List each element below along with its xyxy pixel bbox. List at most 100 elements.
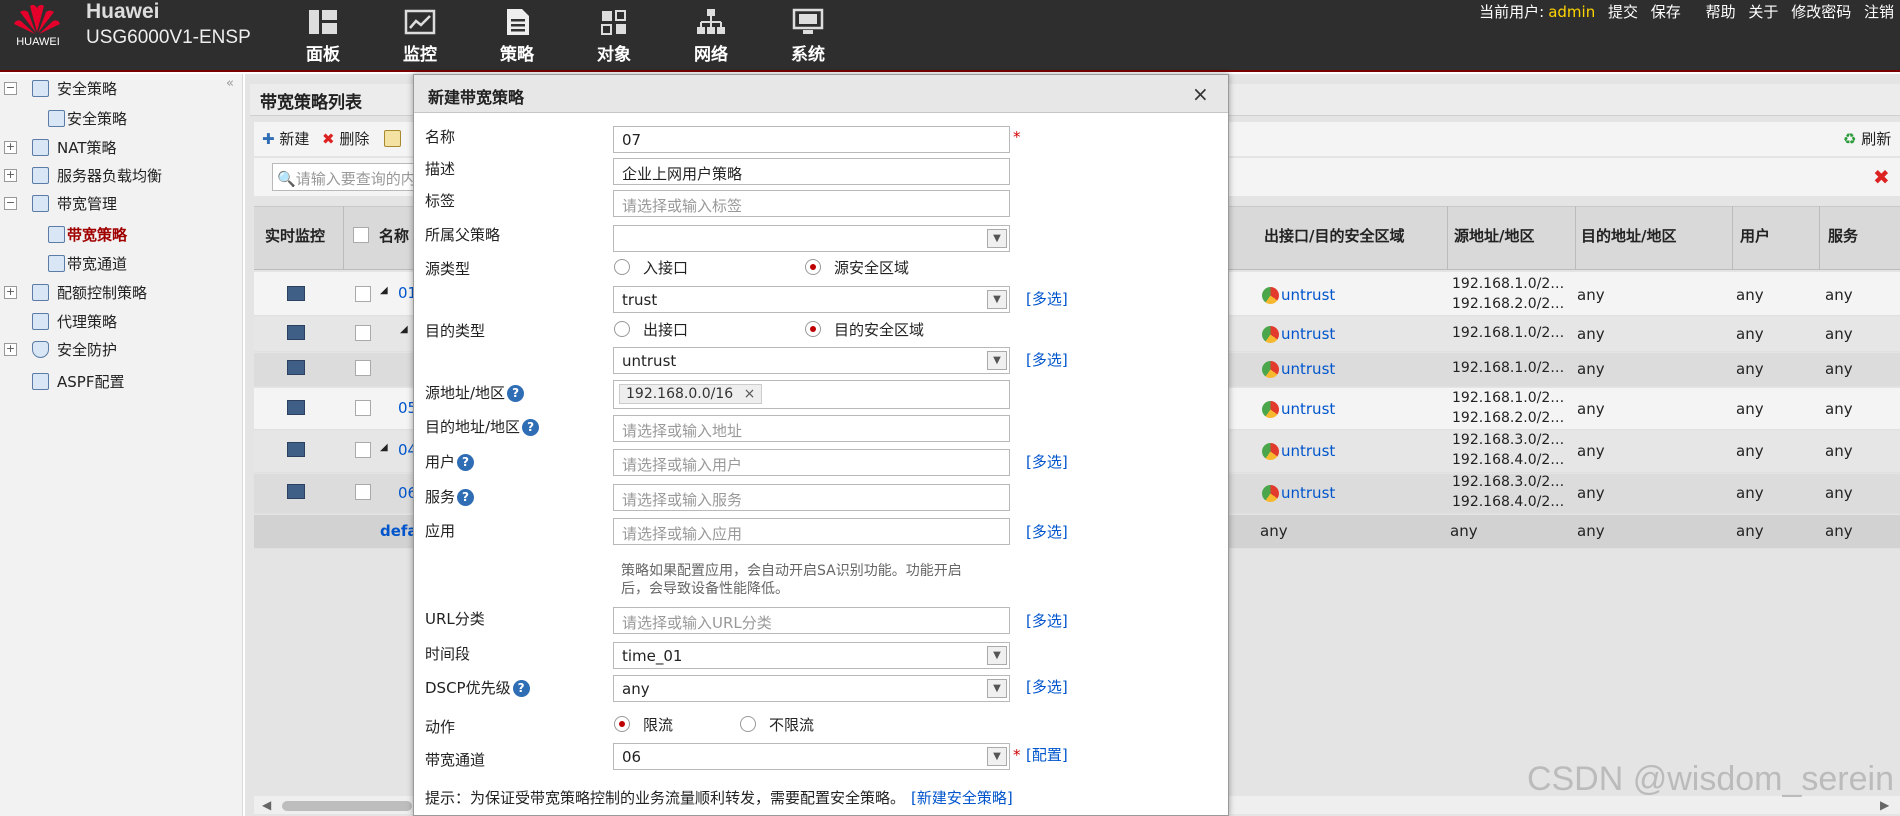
expand-toggle-icon[interactable]: + <box>4 343 17 356</box>
dst-addr-input[interactable]: 请选择或输入地址 <box>613 415 1010 442</box>
select-all-checkbox[interactable] <box>353 227 369 243</box>
row-egress[interactable]: untrust <box>1281 286 1335 304</box>
help-icon[interactable]: ? <box>522 419 540 436</box>
change-password-link[interactable]: 修改密码 <box>1791 3 1851 21</box>
collapse-toggle-icon[interactable]: − <box>4 82 17 95</box>
delete-button[interactable]: ✖ 删除 <box>322 128 369 149</box>
monitor-icon[interactable] <box>287 484 305 499</box>
help-icon[interactable]: ? <box>457 454 475 471</box>
chevron-down-icon[interactable]: ▼ <box>987 351 1007 370</box>
help-icon[interactable]: ? <box>457 489 475 506</box>
monitor-icon[interactable] <box>287 286 305 301</box>
sidebar-item-bandwidth-management[interactable]: 带宽管理 <box>57 193 117 221</box>
col-name[interactable]: 名称 <box>379 225 409 246</box>
dst-zone-select[interactable]: untrust ▼ <box>613 347 1010 374</box>
app-input[interactable]: 请选择或输入应用 <box>613 518 1010 545</box>
time-range-select[interactable]: time_01 ▼ <box>613 642 1010 669</box>
row-egress[interactable]: untrust <box>1281 442 1335 460</box>
close-icon[interactable]: × <box>1192 82 1209 106</box>
col-src[interactable]: 源地址/地区 <box>1454 225 1534 246</box>
scroll-right-icon[interactable]: ▶ <box>1880 798 1889 812</box>
refresh-button[interactable]: ♻ 刷新 <box>1843 128 1891 149</box>
remove-tag-icon[interactable]: × <box>744 386 756 402</box>
channel-config-link[interactable]: [配置] <box>1026 744 1068 765</box>
help-icon[interactable]: ? <box>507 385 525 402</box>
expand-toggle-icon[interactable]: + <box>4 286 17 299</box>
row-egress[interactable]: untrust <box>1281 400 1335 418</box>
sidebar-item-bandwidth-policy[interactable]: 带宽策略 <box>67 224 127 252</box>
row-checkbox[interactable] <box>355 286 371 302</box>
expand-toggle-icon[interactable]: + <box>4 141 17 154</box>
help-icon[interactable]: ? <box>512 680 530 697</box>
sidebar-item-security-protection[interactable]: 安全防护 <box>57 339 117 367</box>
monitor-icon[interactable] <box>287 360 305 375</box>
col-service[interactable]: 服务 <box>1828 225 1858 246</box>
about-link[interactable]: 关于 <box>1748 3 1778 21</box>
src-type-interface-radio[interactable] <box>614 259 630 275</box>
src-zone-multi-link[interactable]: [多选] <box>1026 288 1068 309</box>
dst-zone-multi-link[interactable]: [多选] <box>1026 349 1068 370</box>
nav-system[interactable]: 系统 <box>771 6 845 66</box>
nav-dashboard[interactable]: 面板 <box>286 6 360 66</box>
help-link[interactable]: 帮助 <box>1706 3 1736 21</box>
scroll-left-icon[interactable]: ◀ <box>262 798 271 812</box>
new-security-policy-link[interactable]: [新建安全策略] <box>911 789 1013 807</box>
chevron-down-icon[interactable]: ▼ <box>987 646 1007 665</box>
channel-select[interactable]: 06 ▼ <box>613 743 1010 770</box>
nav-policy[interactable]: 策略 <box>480 6 554 66</box>
nav-network[interactable]: 网络 <box>674 6 748 66</box>
expand-triangle-icon[interactable]: ◢ <box>380 285 388 296</box>
search-input[interactable]: 🔍请输入要查询的内 <box>272 163 432 191</box>
action-limit-radio[interactable] <box>614 716 630 732</box>
row-egress[interactable]: untrust <box>1281 325 1335 343</box>
sidebar-item-server-load-balancing[interactable]: 服务器负载均衡 <box>57 165 162 193</box>
name-input[interactable]: 07 <box>613 126 1010 153</box>
logout-link[interactable]: 注销 <box>1864 3 1894 21</box>
desc-input[interactable]: 企业上网用户策略 <box>613 158 1010 185</box>
chevron-down-icon[interactable]: ▼ <box>987 229 1007 248</box>
chevron-down-icon[interactable]: ▼ <box>987 747 1007 766</box>
row-checkbox[interactable] <box>355 484 371 500</box>
action-nolimit-radio[interactable] <box>740 716 756 732</box>
service-input[interactable]: 请选择或输入服务 <box>613 484 1010 511</box>
expand-toggle-icon[interactable]: + <box>4 169 17 182</box>
col-egress[interactable]: 出接口/目的安全区域 <box>1264 225 1404 246</box>
collapse-sidebar-icon[interactable]: « <box>226 76 234 91</box>
sidebar-item-aspf-config[interactable]: ASPF配置 <box>57 371 124 399</box>
app-multi-link[interactable]: [多选] <box>1026 521 1068 542</box>
url-multi-link[interactable]: [多选] <box>1026 610 1068 631</box>
col-user[interactable]: 用户 <box>1740 225 1770 246</box>
clear-search-icon[interactable]: ✖ <box>1873 165 1890 189</box>
save-link[interactable]: 保存 <box>1651 3 1681 21</box>
sidebar-item-bandwidth-channel[interactable]: 带宽通道 <box>67 253 127 281</box>
sidebar-item-security-policy-group[interactable]: 安全策略 <box>57 78 117 106</box>
row-checkbox[interactable] <box>355 360 371 376</box>
src-type-zone-radio[interactable] <box>805 259 821 275</box>
commit-link[interactable]: 提交 <box>1608 3 1638 21</box>
sidebar-item-security-policy[interactable]: 安全策略 <box>67 108 127 136</box>
row-name[interactable]: defa <box>380 522 418 540</box>
dst-type-zone-radio[interactable] <box>805 321 821 337</box>
nav-objects[interactable]: 对象 <box>577 6 651 66</box>
user-input[interactable]: 请选择或输入用户 <box>613 449 1010 476</box>
sidebar-item-proxy-policy[interactable]: 代理策略 <box>57 311 117 339</box>
copy-icon[interactable] <box>384 130 401 147</box>
col-dst[interactable]: 目的地址/地区 <box>1581 225 1676 246</box>
expand-triangle-icon[interactable]: ◢ <box>400 324 408 335</box>
tag-input[interactable]: 请选择或输入标签 <box>613 190 1010 217</box>
dst-type-interface-radio[interactable] <box>614 321 630 337</box>
monitor-icon[interactable] <box>287 400 305 415</box>
row-checkbox[interactable] <box>355 442 371 458</box>
col-monitor[interactable]: 实时监控 <box>265 225 325 246</box>
expand-triangle-icon[interactable]: ◢ <box>380 442 388 453</box>
chevron-down-icon[interactable]: ▼ <box>987 679 1007 698</box>
monitor-icon[interactable] <box>287 325 305 340</box>
dscp-multi-link[interactable]: [多选] <box>1026 676 1068 697</box>
dscp-select[interactable]: any ▼ <box>613 675 1010 702</box>
row-egress[interactable]: untrust <box>1281 360 1335 378</box>
src-zone-select[interactable]: trust ▼ <box>613 286 1010 313</box>
new-button[interactable]: ✚ 新建 <box>262 128 309 149</box>
row-checkbox[interactable] <box>355 400 371 416</box>
row-checkbox[interactable] <box>355 325 371 341</box>
chevron-down-icon[interactable]: ▼ <box>987 290 1007 309</box>
